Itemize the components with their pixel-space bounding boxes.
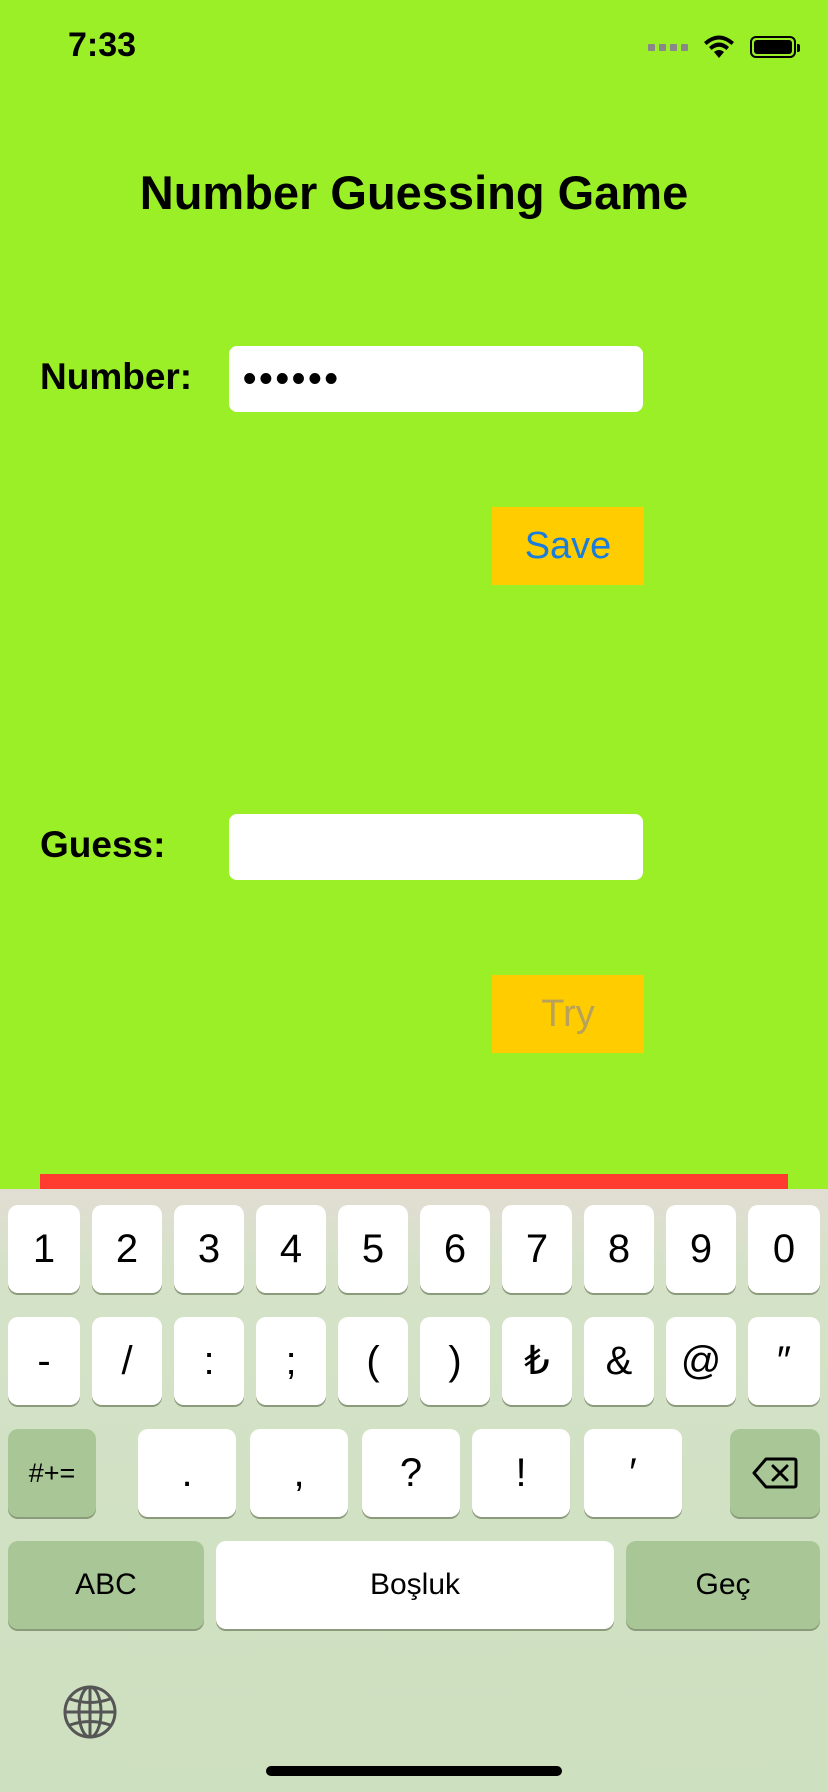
globe-icon[interactable]: [62, 1684, 118, 1740]
key-7[interactable]: 7: [502, 1205, 572, 1293]
key-comma[interactable]: ,: [250, 1429, 348, 1517]
backspace-icon: [752, 1457, 798, 1489]
key-colon[interactable]: :: [174, 1317, 244, 1405]
keyboard: 1 2 3 4 5 6 7 8 9 0 - / : ; ( ) ₺ & @ ″ …: [0, 1189, 828, 1792]
key-question[interactable]: ?: [362, 1429, 460, 1517]
key-open-paren[interactable]: (: [338, 1317, 408, 1405]
battery-icon: [750, 36, 800, 58]
key-period[interactable]: .: [138, 1429, 236, 1517]
delete-key[interactable]: [730, 1429, 820, 1517]
go-key[interactable]: Geç: [626, 1541, 820, 1629]
key-exclamation[interactable]: !: [472, 1429, 570, 1517]
key-5[interactable]: 5: [338, 1205, 408, 1293]
status-icons: [648, 34, 800, 60]
key-ampersand[interactable]: &: [584, 1317, 654, 1405]
try-button[interactable]: Try: [492, 975, 644, 1053]
key-close-paren[interactable]: ): [420, 1317, 490, 1405]
key-prime[interactable]: ′: [584, 1429, 682, 1517]
key-6[interactable]: 6: [420, 1205, 490, 1293]
key-3[interactable]: 3: [174, 1205, 244, 1293]
key-lira[interactable]: ₺: [502, 1317, 572, 1405]
key-9[interactable]: 9: [666, 1205, 736, 1293]
key-hyphen[interactable]: -: [8, 1317, 80, 1405]
guess-label: Guess:: [40, 824, 166, 865]
wifi-icon: [704, 35, 734, 58]
status-bar-line: [40, 1174, 788, 1190]
key-1[interactable]: 1: [8, 1205, 80, 1293]
key-0[interactable]: 0: [748, 1205, 820, 1293]
save-button[interactable]: Save: [492, 507, 644, 585]
signal-icon: [648, 43, 688, 51]
number-field[interactable]: ••••••: [229, 346, 643, 412]
key-8[interactable]: 8: [584, 1205, 654, 1293]
key-semicolon[interactable]: ;: [256, 1317, 326, 1405]
key-at[interactable]: @: [666, 1317, 736, 1405]
key-double-prime[interactable]: ″: [748, 1317, 820, 1405]
key-abc[interactable]: ABC: [8, 1541, 204, 1629]
guess-field[interactable]: [229, 814, 643, 880]
space-key[interactable]: Boşluk: [216, 1541, 614, 1629]
page-title: Number Guessing Game: [139, 166, 689, 219]
key-more-symbols[interactable]: #+=: [8, 1429, 96, 1517]
key-2[interactable]: 2: [92, 1205, 162, 1293]
key-slash[interactable]: /: [92, 1317, 162, 1405]
number-label: Number:: [40, 356, 193, 397]
home-indicator: [266, 1766, 562, 1776]
key-4[interactable]: 4: [256, 1205, 326, 1293]
status-time: 7:33: [68, 26, 137, 64]
